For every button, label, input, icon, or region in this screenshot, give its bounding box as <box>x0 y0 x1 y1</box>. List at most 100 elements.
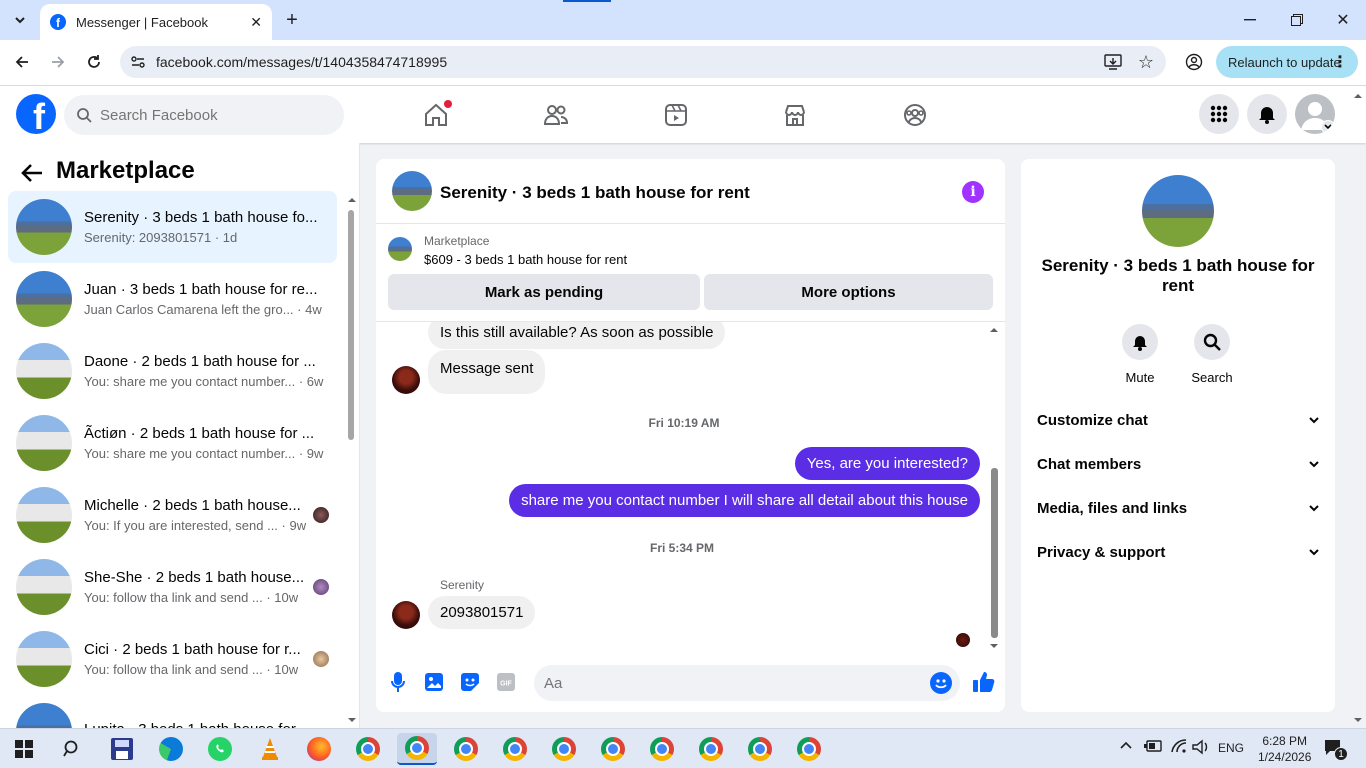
conversation-preview: You: follow tha link and send ... · 10w <box>84 590 299 605</box>
chat-title[interactable]: Serenity · 3 beds 1 bath house for rent <box>440 183 750 203</box>
notifications-bell-icon[interactable] <box>1247 94 1287 134</box>
conversation-item[interactable]: She-She · 2 beds 1 bath house... You: fol… <box>8 551 337 623</box>
photo-icon[interactable] <box>424 670 444 694</box>
chrome-app-icon[interactable] <box>348 733 388 765</box>
groups-icon[interactable] <box>895 100 935 130</box>
page-scrollbar[interactable] <box>1352 86 1366 728</box>
new-tab-plus-icon[interactable]: + <box>280 8 304 32</box>
site-settings-icon[interactable] <box>130 54 146 70</box>
section-privacy-support[interactable]: Privacy & support <box>1037 532 1319 572</box>
facebook-search-input[interactable] <box>100 106 320 124</box>
kebab-menu-icon[interactable]: ⋮ <box>1332 52 1348 72</box>
battery-icon[interactable] <box>1144 740 1162 752</box>
sender-name: Serenity <box>440 578 485 592</box>
conversation-item[interactable]: Cici · 2 beds 1 bath house for r... You: … <box>8 623 337 695</box>
search-action[interactable]: Search <box>1182 324 1242 385</box>
message-bubble-incoming[interactable]: 2093801571 <box>428 596 536 629</box>
gif-icon[interactable]: GIF <box>496 670 516 694</box>
chat-thumbnail[interactable] <box>392 171 432 211</box>
conversation-item[interactable]: Michelle · 2 beds 1 bath house... You: If… <box>8 479 337 551</box>
chrome-app-icon[interactable] <box>544 733 584 765</box>
back-arrow-icon[interactable] <box>10 50 34 74</box>
message-bubble-incoming[interactable]: Message sent <box>428 350 546 394</box>
message-input-box[interactable] <box>534 665 960 701</box>
chrome-app-icon[interactable] <box>593 733 633 765</box>
message-input[interactable] <box>544 674 914 692</box>
system-clock[interactable]: 6:28 PM 1/24/2026 <box>1258 733 1311 765</box>
section-label: Customize chat <box>1037 411 1148 429</box>
account-chevron-icon[interactable] <box>1321 120 1335 134</box>
address-bar[interactable]: facebook.com/messages/t/1404358474718995… <box>120 46 1166 78</box>
language-indicator[interactable]: ENG <box>1218 741 1244 755</box>
sender-avatar[interactable] <box>392 366 420 394</box>
forward-arrow-icon[interactable] <box>46 50 70 74</box>
back-arrow-icon[interactable] <box>18 159 46 187</box>
microphone-icon[interactable] <box>388 670 408 694</box>
friends-icon[interactable] <box>536 100 576 130</box>
section-label: Media, files and links <box>1037 499 1188 517</box>
chrome-app-icon[interactable] <box>789 733 829 765</box>
conversation-item[interactable]: Daone · 2 beds 1 bath house for ... You: … <box>8 335 337 407</box>
video-icon[interactable] <box>656 100 696 130</box>
install-app-icon[interactable] <box>1104 54 1122 70</box>
chrome-app-icon[interactable] <box>446 733 486 765</box>
windows-start-icon[interactable] <box>4 733 44 765</box>
mute-action[interactable]: Mute <box>1110 324 1170 385</box>
section-media-files-links[interactable]: Media, files and links <box>1037 488 1319 528</box>
conversation-item[interactable]: Ãctiøn · 2 beds 1 bath house for ... You:… <box>8 407 337 479</box>
conversation-scrollbar[interactable] <box>345 196 357 728</box>
save-disk-app-icon[interactable] <box>102 733 142 765</box>
emoji-icon[interactable] <box>930 672 952 694</box>
message-bubble-outgoing[interactable]: share me you contact number I will share… <box>509 484 980 517</box>
chrome-app-icon[interactable] <box>740 733 780 765</box>
home-icon[interactable] <box>416 100 456 130</box>
volume-icon[interactable] <box>1192 739 1210 755</box>
timestamp: Fri 5:34 PM <box>649 541 715 555</box>
message-bubble-incoming[interactable]: Is this still available? As soon as poss… <box>428 322 726 349</box>
firefox-icon[interactable] <box>299 733 339 765</box>
account-avatar[interactable] <box>1295 94 1335 134</box>
browser-tab[interactable]: f Messenger | Facebook ✕ <box>40 4 272 40</box>
chrome-app-icon[interactable] <box>495 733 535 765</box>
conversation-info: Serenity · 3 beds 1 bath house fo... Sere… <box>84 209 324 245</box>
chrome-app-icon-active[interactable] <box>397 733 437 765</box>
bookmark-star-icon[interactable]: ☆ <box>1138 53 1154 71</box>
chevron-up-icon[interactable] <box>1120 741 1132 749</box>
url-text[interactable]: facebook.com/messages/t/1404358474718995 <box>156 54 447 70</box>
relaunch-button[interactable]: Relaunch to update ⋮ <box>1216 46 1358 78</box>
search-icon[interactable] <box>52 733 92 765</box>
tab-search-chevron-icon[interactable] <box>8 8 32 32</box>
tab-close-icon[interactable]: ✕ <box>250 14 262 31</box>
sticker-icon[interactable] <box>460 670 480 694</box>
notification-center-icon[interactable]: 1 <box>1324 739 1348 761</box>
conversation-item[interactable]: Lupita · 3 beds 1 bath house for ... <box>8 695 337 728</box>
menu-grid-icon[interactable] <box>1199 94 1239 134</box>
chrome-app-icon[interactable] <box>691 733 731 765</box>
section-customize-chat[interactable]: Customize chat <box>1037 400 1319 440</box>
minimize-icon[interactable] <box>1236 8 1264 32</box>
sender-avatar[interactable] <box>392 601 420 629</box>
thumbs-up-icon[interactable] <box>972 668 996 696</box>
bell-icon[interactable] <box>1122 324 1158 360</box>
message-bubble-outgoing[interactable]: Yes, are you interested? <box>794 447 980 480</box>
facebook-logo-icon[interactable]: f <box>16 94 56 134</box>
thread-scrollbar[interactable] <box>988 324 1002 652</box>
reload-icon[interactable] <box>82 50 106 74</box>
conversation-item[interactable]: Serenity · 3 beds 1 bath house fo... Sere… <box>8 191 337 263</box>
more-options-button[interactable]: More options <box>704 274 993 310</box>
restore-icon[interactable] <box>1283 8 1311 32</box>
edge-browser-icon[interactable] <box>151 733 191 765</box>
section-chat-members[interactable]: Chat members <box>1037 444 1319 484</box>
facebook-search-box[interactable] <box>64 95 344 135</box>
wifi-icon[interactable] <box>1170 738 1188 754</box>
info-icon[interactable]: i <box>962 181 984 203</box>
profile-icon[interactable] <box>1182 50 1206 74</box>
conversation-item[interactable]: Juan · 3 beds 1 bath house for re... Juan… <box>8 263 337 335</box>
chrome-app-icon[interactable] <box>642 733 682 765</box>
search-icon[interactable] <box>1194 324 1230 360</box>
vlc-icon[interactable] <box>250 733 290 765</box>
window-close-icon[interactable]: ✕ <box>1329 8 1357 32</box>
marketplace-icon[interactable] <box>775 100 815 130</box>
mark-pending-button[interactable]: Mark as pending <box>388 274 700 310</box>
whatsapp-icon[interactable] <box>200 733 240 765</box>
